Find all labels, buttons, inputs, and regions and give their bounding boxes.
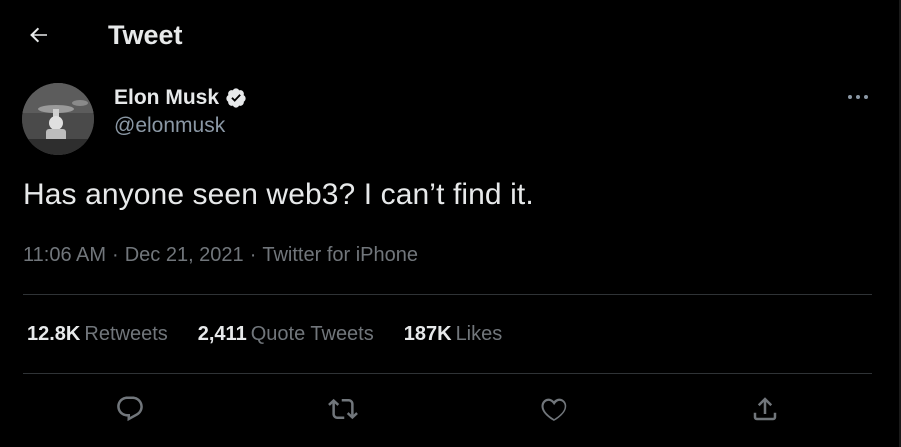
tweet-source[interactable]: Twitter for iPhone bbox=[262, 244, 418, 266]
divider bbox=[23, 294, 872, 295]
retweet-button[interactable] bbox=[321, 387, 365, 431]
likes-count: 187K bbox=[403, 322, 452, 345]
like-button[interactable] bbox=[532, 387, 576, 431]
author-name-row[interactable]: Elon Musk bbox=[114, 84, 247, 112]
divider bbox=[23, 373, 872, 374]
more-options-button[interactable] bbox=[840, 86, 876, 108]
author-display-name[interactable]: Elon Musk bbox=[114, 86, 219, 110]
more-horizontal-icon bbox=[848, 95, 868, 99]
verified-badge-icon bbox=[225, 87, 247, 109]
quote-tweets-label: Quote Tweets bbox=[250, 322, 374, 345]
tweet-text: Has anyone seen web3? I can’t find it. bbox=[23, 178, 534, 211]
tweet-header: Tweet bbox=[0, 0, 901, 70]
reply-icon bbox=[117, 396, 143, 422]
avatar[interactable] bbox=[22, 83, 94, 155]
quote-tweets-stat[interactable]: 2,411 Quote Tweets bbox=[198, 323, 374, 346]
retweet-icon bbox=[328, 398, 358, 420]
retweets-count: 12.8K bbox=[27, 322, 81, 345]
share-icon bbox=[753, 397, 777, 421]
tweet-date[interactable]: Dec 21, 2021 bbox=[125, 244, 244, 266]
retweets-label: Retweets bbox=[84, 322, 168, 345]
back-button[interactable] bbox=[22, 18, 56, 52]
likes-label: Likes bbox=[455, 322, 503, 345]
likes-stat[interactable]: 187K Likes bbox=[404, 323, 503, 346]
quote-tweets-count: 2,411 bbox=[197, 322, 247, 345]
meta-separator: · bbox=[112, 244, 119, 266]
like-icon bbox=[541, 398, 567, 421]
page-title: Tweet bbox=[108, 20, 183, 50]
share-button[interactable] bbox=[743, 387, 787, 431]
retweets-stat[interactable]: 12.8K Retweets bbox=[27, 323, 168, 346]
arrow-left-icon bbox=[30, 27, 47, 43]
avatar-image bbox=[22, 83, 94, 155]
reply-button[interactable] bbox=[108, 387, 152, 431]
tweet-actions bbox=[0, 385, 901, 435]
tweet-time[interactable]: 11:06 AM bbox=[23, 244, 106, 266]
meta-separator: · bbox=[249, 244, 257, 266]
tweet-stats: 12.8K Retweets 2,411 Quote Tweets 187K Like… bbox=[27, 318, 532, 350]
author-handle[interactable]: @elonmusk bbox=[114, 114, 225, 138]
tweet-meta: 11:06 AM · Dec 21, 2021 · Twitter for iPhone bbox=[23, 241, 418, 269]
